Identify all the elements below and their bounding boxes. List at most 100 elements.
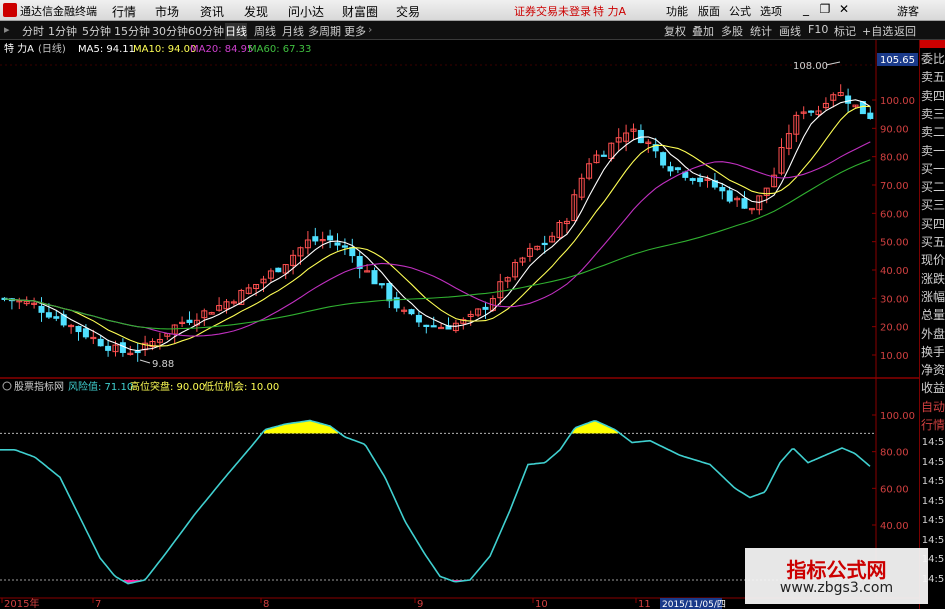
sidebar-item[interactable]: 总量 — [920, 306, 945, 323]
indicator-tick-label: 40.00 — [880, 521, 909, 532]
tab-monthly[interactable]: 月线 — [282, 23, 304, 39]
tab-1min[interactable]: 1分钟 — [48, 23, 77, 39]
tab-30min[interactable]: 30分钟 — [152, 23, 188, 39]
more-chevron-icon[interactable]: › — [368, 23, 372, 36]
tab-daily[interactable]: 日线 — [225, 23, 247, 39]
ma60-label: MA60: 67.33 — [248, 44, 311, 55]
tool-multi-stock[interactable]: 多股 — [721, 23, 743, 39]
candle-body — [408, 309, 415, 315]
candle-body — [845, 95, 852, 104]
sidebar-item[interactable]: 现价 — [920, 251, 945, 268]
toolbar-arrow-icon[interactable]: ▸ — [4, 23, 10, 36]
indicator-tick-label: 100.00 — [880, 411, 915, 422]
tab-15min[interactable]: 15分钟 — [114, 23, 150, 39]
tab-60min[interactable]: 60分钟 — [188, 23, 224, 39]
candle-body — [97, 338, 104, 347]
menu-news[interactable]: 资讯 — [200, 3, 224, 20]
sidebar-item[interactable]: 买五 — [920, 233, 945, 250]
sidebar-item[interactable]: 买二 — [920, 178, 945, 195]
x-tick-label: 8 — [263, 599, 269, 609]
close-icon[interactable]: ✕ — [837, 2, 851, 16]
sidebar-item[interactable]: 净资 — [920, 361, 945, 378]
low-opportunity-label: 低位机会: 10.00 — [204, 380, 279, 393]
candle-body — [186, 319, 193, 323]
sidebar-item[interactable]: 买四 — [920, 215, 945, 232]
menu-function[interactable]: 功能 — [666, 3, 688, 19]
sidebar-item[interactable]: 卖一 — [920, 142, 945, 159]
candle-body — [808, 110, 815, 113]
tool-add-watchlist[interactable]: +自选 — [862, 23, 893, 39]
candle-body — [75, 325, 82, 333]
candle-body — [600, 154, 607, 157]
site-watermark: 指标公式网 www.zbgs3.com — [745, 548, 928, 604]
sidebar-item[interactable]: 卖五 — [920, 68, 945, 85]
candle-body — [349, 247, 356, 257]
sidebar-item[interactable]: 行情 — [920, 416, 945, 433]
candle-body — [119, 342, 126, 353]
candle-body — [415, 314, 422, 323]
period-toolbar: ▸ 分时 1分钟 5分钟 15分钟 30分钟 60分钟 日线 周线 月线 多周期… — [0, 21, 945, 40]
y-tick-label: 20.00 — [880, 323, 909, 334]
sidebar-time: 14:5 — [921, 495, 945, 507]
sidebar-item[interactable]: 买一 — [920, 160, 945, 177]
sidebar-item[interactable]: 换手 — [920, 343, 945, 360]
candle-body — [386, 282, 393, 302]
tool-back[interactable]: 返回 — [894, 23, 916, 39]
tool-mark[interactable]: 标记 — [834, 23, 856, 39]
candle-body — [334, 242, 341, 246]
quote-sidebar: 委比 卖五卖四 卖三 卖二卖一 买一 买二 买三买四 买五 现价涨跌 涨幅 总量外盘 换手 净资 收益自动… — [919, 40, 945, 609]
menu-layout[interactable]: 版面 — [698, 3, 720, 19]
tab-weekly[interactable]: 周线 — [254, 23, 276, 39]
sidebar-item[interactable]: 涨幅 — [920, 288, 945, 305]
tool-adjust[interactable]: 复权 — [664, 23, 686, 39]
tab-more[interactable]: 更多 — [344, 23, 366, 39]
x-tick-label: 9 — [417, 599, 423, 609]
sidebar-item[interactable]: 买三 — [920, 196, 945, 213]
tool-draw-line[interactable]: 画线 — [779, 23, 801, 39]
app-title: 通达信金融终端 — [20, 5, 97, 18]
candle-body — [105, 345, 112, 351]
tool-statistics[interactable]: 统计 — [750, 23, 772, 39]
current-date: 2015/11/05/四 — [662, 600, 726, 609]
candle-body — [660, 152, 667, 166]
candle-body — [327, 235, 334, 241]
guest-user[interactable]: 游客 — [897, 3, 919, 19]
restore-icon[interactable]: ❐ — [818, 2, 832, 16]
sidebar-item[interactable]: 收益 — [920, 379, 945, 396]
candle-body — [741, 198, 748, 209]
tab-intraday[interactable]: 分时 — [22, 23, 44, 39]
y-tick-label: 60.00 — [880, 209, 909, 220]
sidebar-item[interactable]: 卖二 — [920, 123, 945, 140]
high-annotation: 108.00 — [793, 61, 828, 72]
menu-options[interactable]: 选项 — [760, 3, 782, 19]
menu-ask[interactable]: 问小达 — [288, 3, 324, 20]
sidebar-item[interactable]: 委比 — [920, 50, 945, 67]
tool-overlay[interactable]: 叠加 — [692, 23, 714, 39]
tool-f10[interactable]: F10 — [808, 23, 828, 36]
risk-value-label: 风险值: 71.10 — [68, 380, 133, 393]
candle-body — [719, 187, 726, 192]
menu-trade[interactable]: 交易 — [396, 3, 420, 20]
candle-body — [312, 236, 319, 242]
sidebar-item[interactable]: 卖三 — [920, 105, 945, 122]
ma10-label: MA10: 94.00 — [133, 44, 196, 55]
menu-market-quotes[interactable]: 行情 — [112, 3, 136, 20]
menu-wealth[interactable]: 财富圈 — [342, 3, 378, 20]
candle-body — [726, 190, 733, 202]
tab-5min[interactable]: 5分钟 — [82, 23, 111, 39]
menu-discover[interactable]: 发现 — [244, 3, 268, 20]
tab-multi-period[interactable]: 多周期 — [308, 23, 341, 39]
sidebar-item[interactable]: 外盘 — [920, 325, 945, 342]
sidebar-item[interactable]: 涨跌 — [920, 270, 945, 287]
stock-name: 特 力A — [593, 5, 627, 18]
sidebar-item[interactable]: 卖四 — [920, 87, 945, 104]
y-tick-label: 90.00 — [880, 124, 909, 135]
x-tick-label: 10 — [535, 599, 548, 609]
menu-market[interactable]: 市场 — [155, 3, 179, 20]
minimize-icon[interactable]: _ — [799, 2, 813, 16]
kline-chart[interactable]: 特 力A (日线) MA5: 94.11 MA10: 94.00 MA20: 8… — [0, 40, 919, 609]
menu-formula[interactable]: 公式 — [729, 3, 751, 19]
sidebar-item[interactable]: 自动 — [920, 398, 945, 415]
candle-body — [482, 306, 489, 310]
trade-login-status[interactable]: 证券交易未登录 — [514, 3, 591, 19]
